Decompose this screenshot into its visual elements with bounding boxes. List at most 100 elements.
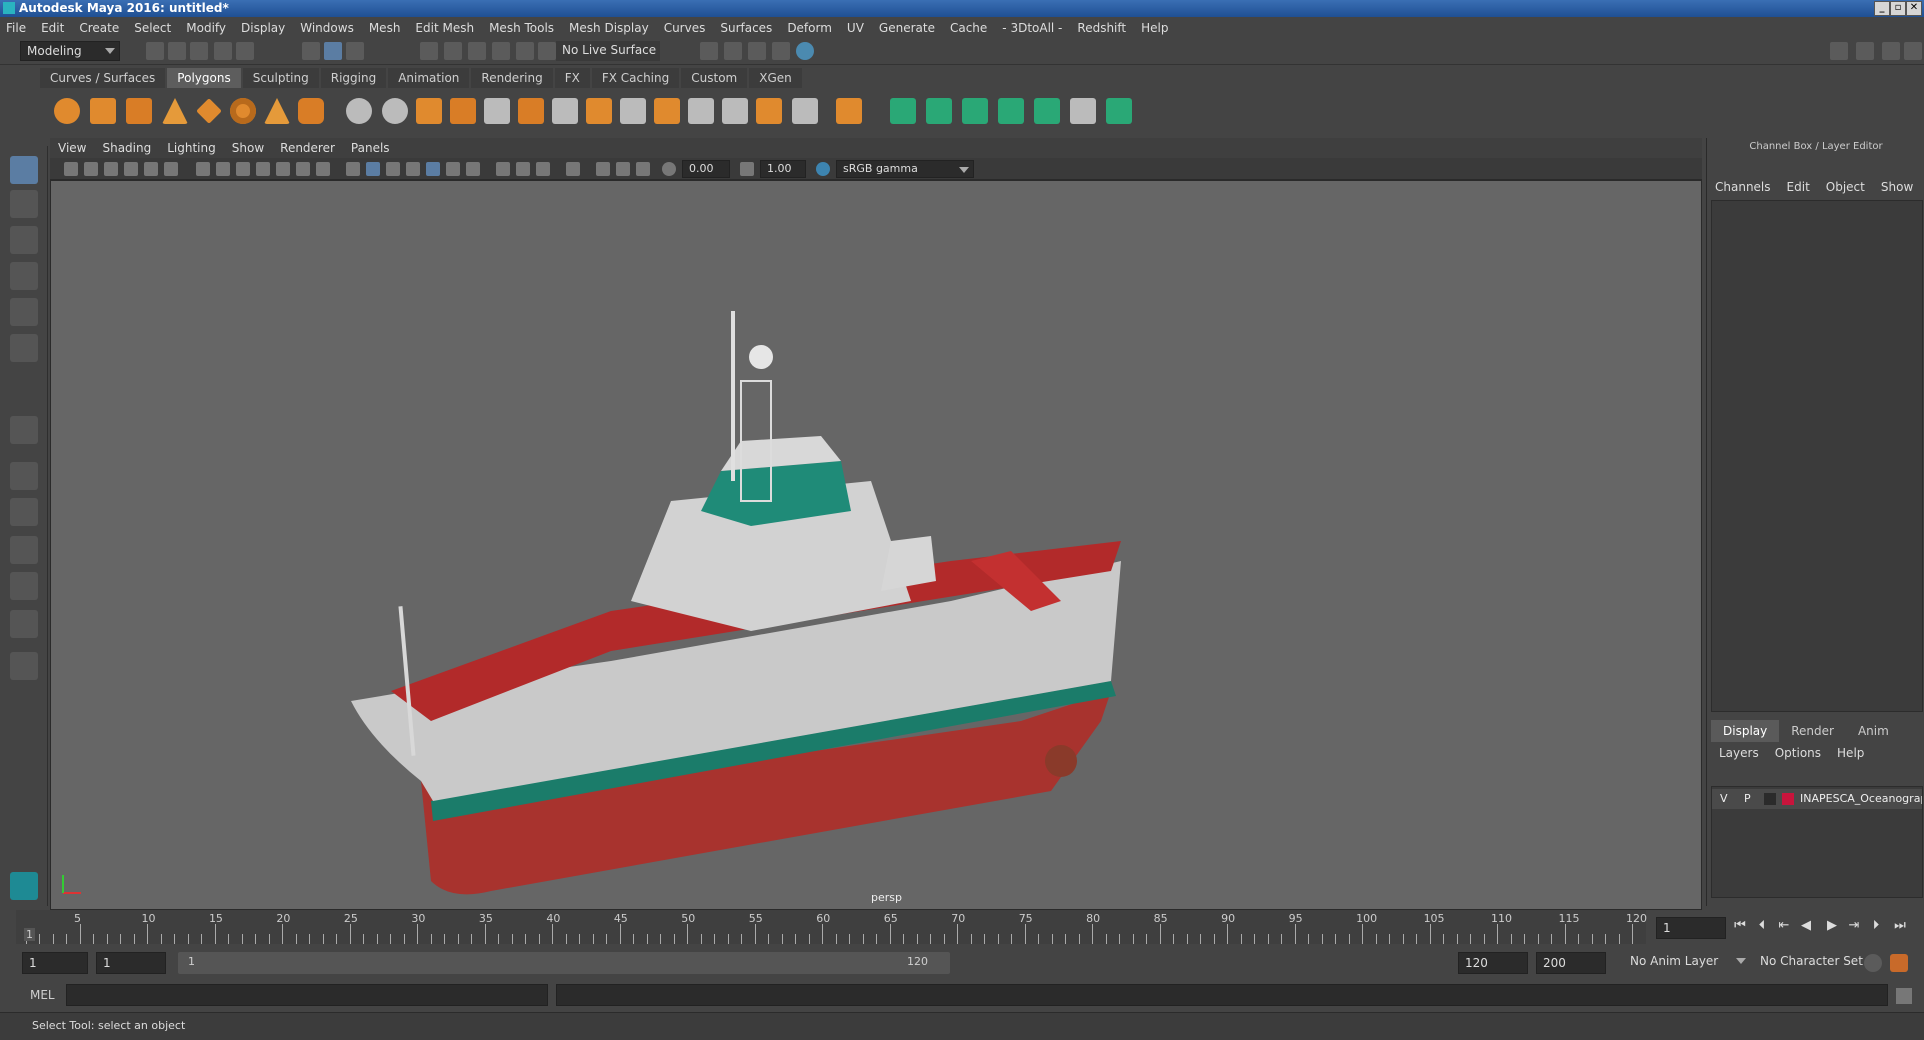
camera-attributes-icon[interactable] [84, 162, 98, 176]
menu-create[interactable]: Create [79, 21, 119, 35]
close-button[interactable]: ✕ [1906, 1, 1922, 16]
save-scene-icon[interactable] [190, 42, 208, 60]
shadows-icon[interactable] [466, 162, 480, 176]
layer-color-swatch[interactable] [1782, 793, 1794, 805]
step-back-key-icon[interactable]: ⇤ [1776, 918, 1792, 934]
layer-name[interactable]: INAPESCA_Oceanograp [1800, 789, 1922, 809]
isolate-select-icon[interactable] [566, 162, 580, 176]
snap-curve-icon[interactable] [444, 42, 462, 60]
layer-playback-toggle[interactable]: P [1744, 789, 1751, 809]
undo-icon[interactable] [214, 42, 232, 60]
perspective-viewport[interactable]: persp [50, 180, 1702, 910]
quad-draw-icon[interactable] [756, 98, 782, 124]
menu-file[interactable]: File [6, 21, 26, 35]
bridge-icon[interactable] [518, 98, 544, 124]
shelf-tab-sculpting[interactable]: Sculpting [242, 68, 319, 88]
offset-edge-loop-icon[interactable] [722, 98, 748, 124]
hypershade-icon[interactable] [796, 42, 814, 60]
exposure-icon[interactable] [662, 162, 676, 176]
menu-surfaces[interactable]: Surfaces [720, 21, 772, 35]
default-material-icon[interactable] [386, 162, 400, 176]
open-scene-icon[interactable] [168, 42, 186, 60]
graph-editor-layout-icon[interactable] [10, 572, 38, 600]
shelf-tab-animation[interactable]: Animation [388, 68, 470, 88]
bookmark-icon[interactable] [104, 162, 118, 176]
outliner-layout-icon[interactable] [10, 536, 38, 564]
magnet-icon[interactable] [538, 42, 556, 60]
menu-mesh-tools[interactable]: Mesh Tools [489, 21, 554, 35]
xray-icon[interactable] [596, 162, 610, 176]
menu-modify[interactable]: Modify [186, 21, 226, 35]
step-back-icon[interactable]: ⏴ [1754, 918, 1770, 934]
safe-action-icon[interactable] [296, 162, 310, 176]
character-set-dropdown[interactable]: No Character Set [1754, 952, 1872, 974]
grid-toggle-icon[interactable] [196, 162, 210, 176]
step-forward-key-icon[interactable]: ⇥ [1846, 918, 1862, 934]
exposure-field[interactable]: 0.00 [682, 160, 730, 178]
menu-edit-mesh[interactable]: Edit Mesh [415, 21, 474, 35]
gamma-field[interactable]: 1.00 [760, 160, 806, 178]
screen-space-ao-icon[interactable] [496, 162, 510, 176]
menu-generate[interactable]: Generate [879, 21, 935, 35]
film-gate-icon[interactable] [216, 162, 230, 176]
shelf-tab-fx[interactable]: FX [554, 68, 590, 88]
viewport-menu-lighting[interactable]: Lighting [167, 141, 216, 155]
rotate-tool-icon[interactable] [10, 298, 38, 326]
animation-preferences-icon[interactable] [1890, 954, 1908, 972]
motion-blur-icon[interactable] [516, 162, 530, 176]
bool-icon[interactable] [586, 98, 612, 124]
viewport-menu-shading[interactable]: Shading [102, 141, 151, 155]
menu-help[interactable]: Help [1141, 21, 1168, 35]
layer-visibility-toggle[interactable]: V [1720, 789, 1728, 809]
script-language-label[interactable]: MEL [30, 988, 55, 1002]
layer-tab-render[interactable]: Render [1779, 720, 1846, 742]
snap-surface-icon[interactable] [516, 42, 534, 60]
render-view-icon[interactable] [700, 42, 718, 60]
layer-row[interactable]: V P INAPESCA_Oceanograp [1712, 789, 1922, 809]
animation-start-field[interactable]: 1 [22, 952, 88, 974]
shelf-tab-rigging[interactable]: Rigging [320, 68, 387, 88]
render-current-icon[interactable] [724, 42, 742, 60]
center-pivot-icon[interactable] [792, 98, 818, 124]
field-chart-icon[interactable] [276, 162, 290, 176]
cylindrical-uv-icon[interactable] [926, 98, 952, 124]
color-management-icon[interactable] [816, 162, 830, 176]
multi-cut-icon[interactable] [620, 98, 646, 124]
safe-title-icon[interactable] [316, 162, 330, 176]
range-slider[interactable]: 1 120 [178, 952, 950, 974]
maximize-button[interactable]: ▫ [1890, 1, 1906, 16]
snap-point-icon[interactable] [468, 42, 486, 60]
select-component-icon[interactable] [346, 42, 364, 60]
snap-grid-icon[interactable] [420, 42, 438, 60]
current-time-marker[interactable]: 1 [24, 928, 35, 941]
poly-pyramid-icon[interactable] [264, 98, 290, 124]
live-surface-field[interactable]: No Live Surface [556, 41, 660, 61]
menu-deform[interactable]: Deform [787, 21, 832, 35]
xray-joints-icon[interactable] [616, 162, 630, 176]
menu-uv[interactable]: UV [847, 21, 864, 35]
menu-edit[interactable]: Edit [41, 21, 64, 35]
single-perspective-layout-icon[interactable] [10, 416, 38, 444]
wireframe-on-shaded-icon[interactable] [406, 162, 420, 176]
redo-icon[interactable] [236, 42, 254, 60]
planar-uv-icon[interactable] [890, 98, 916, 124]
spherical-uv-icon[interactable] [962, 98, 988, 124]
menu-mesh-display[interactable]: Mesh Display [569, 21, 649, 35]
current-frame-field[interactable]: 1 [1656, 917, 1726, 939]
textured-icon[interactable] [426, 162, 440, 176]
2d-pan-zoom-icon[interactable] [144, 162, 158, 176]
camera-select-icon[interactable] [64, 162, 78, 176]
viewport-menu-view[interactable]: View [58, 141, 86, 155]
cb-menu-channels[interactable]: Channels [1715, 180, 1771, 194]
two-view-layout-icon[interactable] [10, 498, 38, 526]
insert-edge-loop-icon[interactable] [688, 98, 714, 124]
poly-torus-icon[interactable] [230, 98, 256, 124]
shelf-tab-polygons[interactable]: Polygons [167, 68, 241, 88]
target-weld-icon[interactable] [654, 98, 680, 124]
step-forward-icon[interactable]: ⏵ [1868, 918, 1884, 934]
layer-menu-options[interactable]: Options [1775, 746, 1821, 760]
more-layouts-icon[interactable] [10, 652, 38, 680]
extrude-icon[interactable] [484, 98, 510, 124]
layer-reference-toggle[interactable] [1764, 793, 1776, 805]
menu-3dtoall[interactable]: - 3DtoAll - [1002, 21, 1062, 35]
